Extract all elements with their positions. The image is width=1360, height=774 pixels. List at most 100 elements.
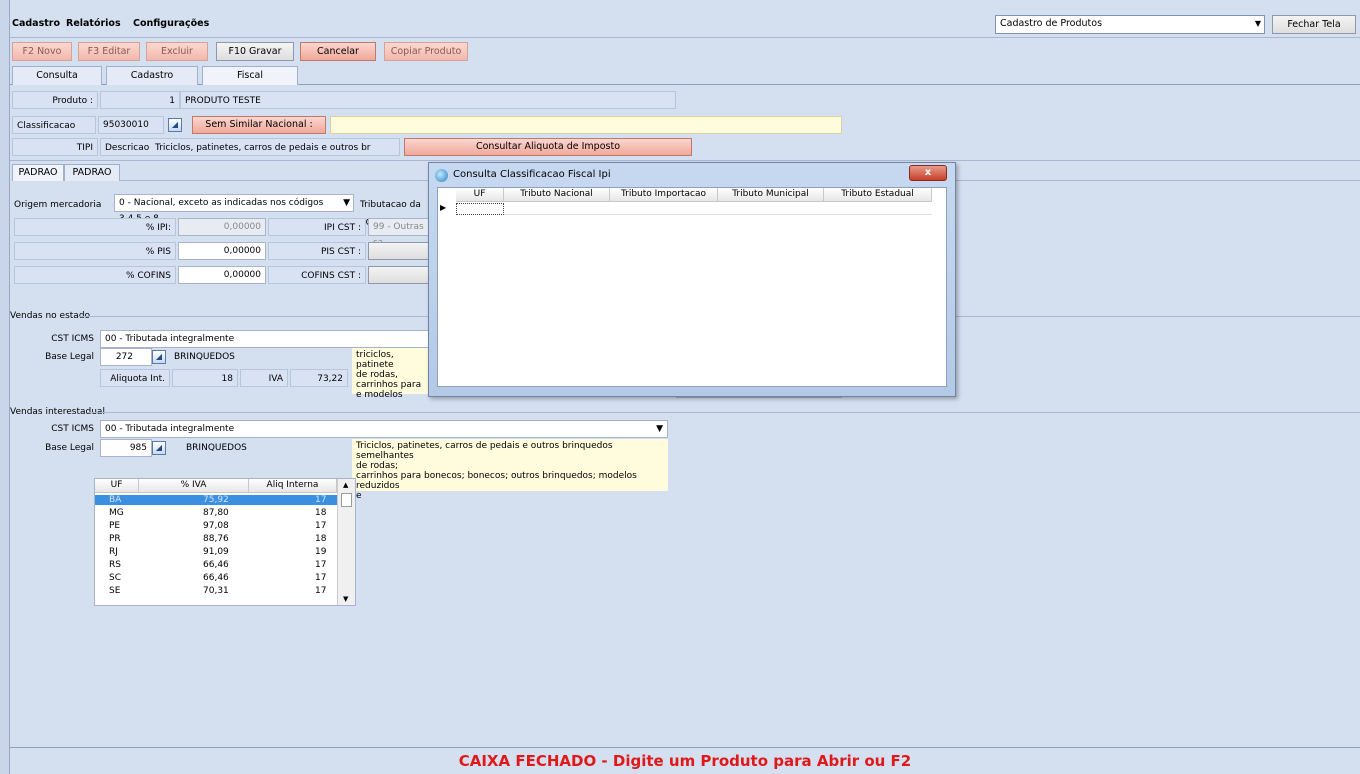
grid-cell-uf: RS (109, 560, 121, 570)
fiscal-class-input[interactable]: 95030010 (98, 116, 164, 134)
grid-header-iva[interactable]: % IVA (139, 479, 249, 493)
pis-input[interactable]: 0,00000 (178, 242, 266, 260)
menu-configuracoes[interactable]: Configurações (133, 18, 209, 29)
cofins-cst-select[interactable] (368, 266, 430, 284)
menu-relatorios[interactable]: Relatórios (66, 18, 121, 29)
memo-line: triciclos, patinete (356, 350, 394, 370)
memo-line: de rodas, (356, 370, 398, 380)
tab-cadastro[interactable]: Cadastro (106, 66, 198, 85)
grid-cell-iva: 66,46 (203, 560, 229, 570)
grid-cell-iva: 97,08 (203, 521, 229, 531)
ipi-cst-label: IPI CST : (324, 223, 361, 233)
dialog-title: Consulta Classificacao Fiscal Ipi (453, 169, 611, 180)
in-state-base-memo: triciclos, patinete de rodas, carrinhos … (352, 348, 430, 400)
chevron-down-icon: ▼ (1254, 19, 1261, 28)
in-state-aliq-value: 18 (172, 369, 238, 387)
table-row[interactable] (504, 203, 932, 215)
grid-cell-uf: RJ (109, 547, 118, 557)
grid-cell-uf: BA (109, 495, 122, 505)
dialog-header-nacional[interactable]: Tributo Nacional (504, 188, 610, 202)
interstate-cst-select[interactable]: 00 - Tributada integralmente ▼ (100, 420, 668, 438)
delete-button[interactable]: Excluir (146, 42, 208, 61)
grid-cell-aliq: 17 (315, 560, 327, 570)
table-row[interactable]: RJ 91,09 19 (95, 547, 337, 557)
cofins-input[interactable]: 0,00000 (178, 266, 266, 284)
in-state-base-label: Base Legal (45, 352, 94, 362)
grid-cell-iva: 75,92 (203, 495, 229, 505)
fiscal-class-label: Classificacao Fiscal (12, 116, 96, 149)
grid-cell-uf: MG (109, 508, 124, 518)
new-button[interactable]: F2 Novo (12, 42, 72, 61)
menu-cadastro[interactable]: Cadastro (12, 18, 60, 29)
similar-nacional-input[interactable] (330, 116, 842, 134)
scroll-up-icon[interactable]: ▲ (343, 481, 348, 489)
interstate-cst-value: 00 - Tributada integralmente (105, 424, 235, 434)
screen-select-value: Cadastro de Produtos (1000, 18, 1103, 29)
tab-fiscal[interactable]: Fiscal (202, 66, 298, 85)
subtab-padrao-1[interactable]: PADRAO (12, 164, 64, 181)
table-row[interactable]: BA 75,92 17 (95, 495, 337, 505)
table-row[interactable]: PR 88,76 18 (95, 534, 337, 544)
grid-cell-aliq: 18 (315, 508, 327, 518)
divider (88, 412, 1360, 413)
pis-cst-select[interactable] (368, 242, 430, 260)
lookup-icon[interactable]: ◢ (152, 441, 166, 455)
dialog-cell-uf[interactable] (456, 203, 504, 215)
memo-line: de rodas; (356, 461, 399, 471)
ipi-cst-select[interactable]: 99 - Outras sa (368, 218, 430, 248)
save-button[interactable]: F10 Gravar (216, 42, 294, 61)
in-state-base-code[interactable]: 272 (100, 348, 152, 366)
scrollbar-thumb[interactable] (341, 493, 352, 507)
interstate-base-name: BRINQUEDOS (186, 443, 247, 453)
ipi-input[interactable]: 0,00000 (178, 218, 266, 236)
main-tabs: Consulta Cadastro Fiscal (10, 64, 1360, 85)
grid-cell-aliq: 17 (315, 521, 327, 531)
table-row[interactable]: SE 70,31 17 (95, 586, 337, 596)
cofins-cst-label-cell: COFINS CST : (268, 266, 366, 284)
grid-cell-uf: PR (109, 534, 121, 544)
cancel-button[interactable]: Cancelar (300, 42, 376, 61)
grid-cell-aliq: 19 (315, 547, 327, 557)
grid-cell-iva: 91,09 (203, 547, 229, 557)
table-row[interactable]: MG 87,80 18 (95, 508, 337, 518)
edit-button[interactable]: F3 Editar (78, 42, 140, 61)
grid-scrollbar[interactable]: ▲ ▼ (337, 479, 355, 605)
dialog-header-estadual[interactable]: Tributo Estadual (824, 188, 932, 202)
grid-cell-aliq: 17 (315, 573, 327, 583)
uf-iva-grid[interactable]: UF % IVA Aliq Interna ▲ ▼ ▶ BA 75,92 17 … (94, 478, 356, 606)
table-row[interactable]: PE 97,08 17 (95, 521, 337, 531)
table-row[interactable]: RS 66,46 17 (95, 560, 337, 570)
scroll-down-icon[interactable]: ▼ (343, 595, 348, 603)
product-name: PRODUTO TESTE (180, 91, 676, 109)
grid-cell-uf: PE (109, 521, 121, 531)
ipi-label-cell: % IPI: (14, 218, 176, 236)
window-frame-left (0, 0, 10, 774)
interstate-base-code[interactable]: 985 (100, 439, 152, 457)
close-icon[interactable]: x (909, 165, 947, 181)
product-label: Produto : (12, 91, 98, 109)
memo-line: carrinhos para bonecos; bonecos; outros … (356, 471, 637, 491)
similar-nacional-button[interactable]: Sem Similar Nacional : (192, 116, 326, 134)
subtab-padrao-2[interactable]: PADRAO (64, 164, 120, 181)
lookup-icon[interactable]: ◢ (152, 350, 166, 364)
grid-header-uf[interactable]: UF (95, 479, 139, 493)
origin-select[interactable]: 0 - Nacional, exceto as indicadas nos có… (114, 194, 354, 224)
tab-consulta[interactable]: Consulta (12, 66, 102, 85)
grid-header-aliq[interactable]: Aliq Interna (249, 479, 337, 493)
consult-tax-rate-button[interactable]: Consultar Aliquota de Imposto (404, 138, 692, 156)
grid-cell-iva: 70,31 (203, 586, 229, 596)
divider (956, 316, 1360, 317)
lookup-icon[interactable]: ◢ (168, 118, 182, 132)
dialog-header-importacao[interactable]: Tributo Importacao (610, 188, 718, 202)
copy-product-button[interactable]: Copiar Produto (384, 42, 468, 61)
screen-select[interactable]: Cadastro de Produtos ▼ (995, 15, 1265, 34)
in-state-aliq-label: Aliquota Int. (100, 369, 170, 387)
close-screen-button[interactable]: Fechar Tela (1272, 15, 1356, 34)
dialog-grid[interactable]: UF Tributo Nacional Tributo Importacao T… (437, 187, 947, 387)
table-row[interactable]: SC 66,46 17 (95, 573, 337, 583)
pis-cst-label: PIS CST : (320, 247, 361, 257)
status-bar: CAIXA FECHADO - Digite um Produto para A… (10, 747, 1360, 774)
dialog-header-municipal[interactable]: Tributo Municipal (718, 188, 824, 202)
in-state-cst-select[interactable]: 00 - Tributada integralmente (100, 330, 430, 348)
dialog-header-uf[interactable]: UF (456, 188, 504, 202)
